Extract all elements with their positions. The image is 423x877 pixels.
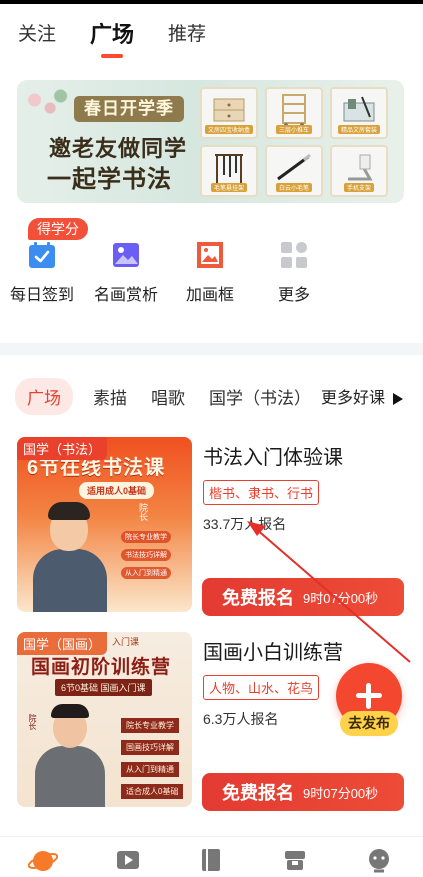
- quick-actions: 每日签到 得学分 名画赏析 加画框 更多: [0, 218, 423, 308]
- grid-more-icon: [279, 240, 309, 270]
- publish-label[interactable]: 去发布: [340, 711, 398, 736]
- thumb-caption: 手机支架: [343, 183, 375, 192]
- cover-headline: 国画初阶训练营: [31, 656, 172, 678]
- free-signup-button[interactable]: 免费报名 9时07分00秒: [202, 773, 404, 811]
- book-icon[interactable]: [196, 845, 226, 875]
- quick-action-label: 名画赏析: [93, 287, 158, 304]
- add-frame-button[interactable]: 加画框: [170, 218, 250, 305]
- brush-pen-icon: 白云小毛笔: [265, 145, 323, 197]
- enroll-count: 6.3万人报名: [203, 711, 279, 727]
- status-bar: [0, 0, 423, 4]
- category-tabs: 广场 素描 唱歌 国学（书法） 更多好课: [15, 376, 423, 416]
- top-tabs: 关注 广场 推荐: [18, 18, 240, 58]
- points-badge: 得学分: [28, 218, 88, 240]
- tab-follow[interactable]: 关注: [18, 18, 56, 52]
- more-button[interactable]: 更多: [254, 218, 334, 305]
- free-signup-button[interactable]: 免费报名 9时07分00秒: [202, 578, 404, 616]
- course-title: 书法入门体验课: [203, 447, 343, 469]
- cover-feature: 适合成人0基础: [121, 784, 184, 799]
- brush-rack-icon: 毛笔悬挂架: [200, 145, 258, 197]
- cover-feature: 院长专业教学: [121, 718, 179, 733]
- shelf-cart-icon: 三层小推车: [265, 87, 323, 139]
- countdown-timer: 9时07分00秒: [303, 590, 379, 606]
- phone-stand-icon: 手机支架: [330, 145, 388, 197]
- cover-category-tag: 国学（书法）: [17, 437, 108, 460]
- cover-feature: 从入门到精通: [121, 567, 171, 579]
- tab-square[interactable]: 广场: [90, 18, 134, 52]
- painting-appreciation-button[interactable]: 名画赏析: [86, 218, 166, 305]
- more-courses-label: 更多好课: [321, 390, 386, 407]
- tab-recommend[interactable]: 推荐: [168, 18, 206, 52]
- quick-action-label: 加画框: [185, 287, 234, 304]
- profile-face-icon[interactable]: [364, 845, 394, 875]
- cover-sign: 院长: [28, 714, 37, 730]
- course-title: 国画小白训练营: [203, 642, 343, 664]
- storage-cabinet-icon: 文房四宝收纳盒: [200, 87, 258, 139]
- thumb-caption: 毛笔悬挂架: [210, 183, 248, 192]
- thumb-caption: 三层小推车: [275, 125, 313, 134]
- promo-banner[interactable]: 春日开学季 邀老友做同学 一起学书法 文房四宝收纳盒 三层小推车 精品文房套装 …: [17, 80, 404, 203]
- cover-feature: 从入门到精通: [121, 762, 179, 777]
- enroll-count: 33.7万人报名: [203, 516, 287, 532]
- teacher-portrait: [31, 704, 109, 807]
- course-cover-image: 国学（书法） 6节在线书法课 适用成人0基础 院长 院长专业教学 书法技巧详解 …: [17, 437, 192, 612]
- course-tags: 人物、山水、花鸟: [203, 675, 320, 700]
- quick-action-label: 每日签到: [9, 287, 74, 304]
- cover-top-caption: 入门课: [112, 637, 140, 647]
- category-tab-singing[interactable]: 唱歌: [151, 384, 185, 409]
- course-tags: 楷书、隶书、行书: [203, 480, 320, 505]
- thumb-caption: 白云小毛笔: [275, 183, 313, 192]
- cover-pill: 6节0基础 国画入门课: [55, 679, 152, 696]
- countdown-timer: 9时07分00秒: [303, 785, 379, 801]
- signup-label: 免费报名: [222, 783, 294, 803]
- frame-icon: [195, 240, 225, 270]
- quick-action-label: 更多: [277, 287, 310, 304]
- thumb-caption: 文房四宝收纳盒: [204, 125, 254, 134]
- cover-sign: 院长: [138, 503, 148, 521]
- course-cover-image: 国学（国画） 入门课 国画初阶训练营 6节0基础 国画入门课 院长 院长专业教学…: [17, 632, 192, 807]
- category-tab-square[interactable]: 广场: [15, 377, 73, 415]
- shop-icon[interactable]: [280, 845, 310, 875]
- category-tab-sketch[interactable]: 素描: [93, 384, 127, 409]
- more-courses-button[interactable]: 更多好课: [321, 384, 404, 408]
- stationery-set-icon: 精品文房套装: [330, 87, 388, 139]
- banner-tag: 春日开学季: [74, 96, 184, 122]
- calendar-check-icon: [27, 240, 57, 270]
- section-divider: [0, 343, 423, 355]
- cover-category-tag: 国学（国画）: [17, 632, 108, 655]
- cover-feature: 国画技巧详解: [121, 740, 179, 755]
- blossom-decoration: [19, 84, 71, 124]
- thumb-caption: 精品文房套装: [337, 125, 381, 134]
- bottom-nav: [0, 836, 423, 877]
- video-play-icon[interactable]: [113, 845, 143, 875]
- course-card[interactable]: 国学（书法） 6节在线书法课 适用成人0基础 院长 院长专业教学 书法技巧详解 …: [17, 437, 405, 617]
- picture-icon: [111, 240, 141, 270]
- banner-thumbnails: 文房四宝收纳盒 三层小推车 精品文房套装 毛笔悬挂架 白云小毛笔 手机支架: [200, 87, 400, 197]
- planet-home-icon[interactable]: [27, 845, 59, 875]
- cover-feature: 院长专业教学: [121, 531, 171, 543]
- cover-feature: 书法技巧详解: [121, 549, 171, 561]
- daily-checkin-button[interactable]: 每日签到 得学分: [2, 218, 88, 305]
- play-arrow-icon: [393, 392, 404, 405]
- category-tab-calligraphy[interactable]: 国学（书法）: [209, 384, 311, 409]
- banner-line-2: 一起学书法: [47, 166, 172, 193]
- teacher-portrait: [33, 497, 107, 612]
- signup-label: 免费报名: [222, 588, 294, 608]
